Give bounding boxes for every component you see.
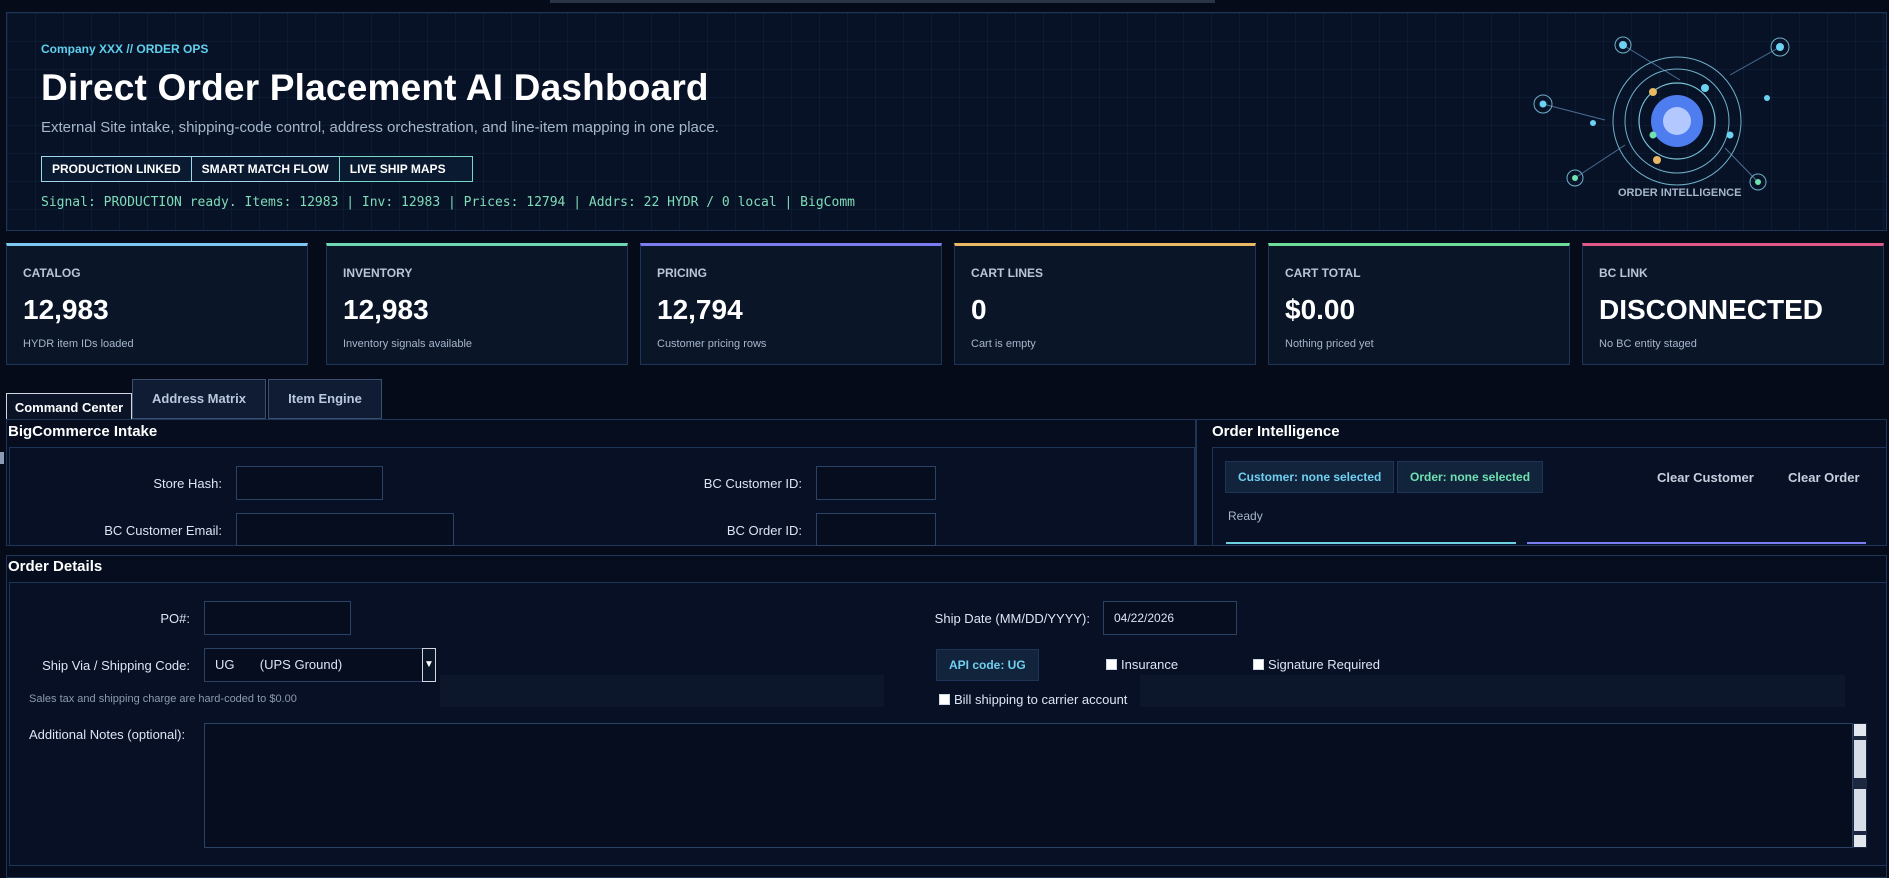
kpi-label: CART LINES — [971, 266, 1043, 280]
notes-scrollbar[interactable] — [1853, 723, 1867, 848]
checkbox-icon[interactable] — [1106, 659, 1117, 670]
kpi-label: BC LINK — [1599, 266, 1648, 280]
tab-address-matrix[interactable]: Address Matrix — [132, 379, 266, 419]
status-chips: PRODUCTION LINKED SMART MATCH FLOW LIVE … — [41, 156, 473, 182]
checkbox-icon[interactable] — [939, 694, 950, 705]
bc-customer-email-input[interactable] — [236, 513, 454, 546]
kpi-card-cart-total: CART TOTAL $0.00 Nothing priced yet — [1268, 243, 1570, 365]
bill-carrier-label: Bill shipping to carrier account — [954, 692, 1128, 707]
bc-order-id-input[interactable] — [816, 513, 936, 546]
kpi-value: 12,983 — [343, 294, 429, 325]
scroll-up-icon[interactable] — [1854, 724, 1866, 736]
intelligence-status: Ready — [1228, 509, 1263, 523]
customer-progress-bar — [1226, 542, 1516, 544]
kpi-cards: CATALOG 12,983 HYDR item IDs loaded INVE… — [6, 243, 1887, 365]
kpi-value: 12,794 — [657, 294, 743, 325]
kpi-card-inventory: INVENTORY 12,983 Inventory signals avail… — [326, 243, 628, 365]
scrollbar-thumb-lower[interactable] — [1854, 789, 1866, 831]
kpi-value: 12,983 — [23, 294, 109, 325]
kpi-label: CATALOG — [23, 266, 81, 280]
scrollbar-thumb[interactable] — [1854, 740, 1866, 778]
kpi-card-pricing: PRICING 12,794 Customer pricing rows — [640, 243, 942, 365]
kpi-caption: No BC entity staged — [1599, 338, 1697, 350]
bc-order-id-label: BC Order ID: — [726, 523, 802, 538]
kpi-value: DISCONNECTED — [1599, 294, 1824, 325]
kpi-caption: HYDR item IDs loaded — [23, 338, 134, 350]
store-hash-label: Store Hash: — [153, 476, 222, 491]
ship-date-input[interactable] — [1103, 601, 1237, 635]
api-code-badge: API code: UG — [936, 649, 1039, 681]
bc-customer-email-label: BC Customer Email: — [104, 523, 222, 538]
tab-item-engine[interactable]: Item Engine — [268, 379, 382, 419]
bc-customer-id-input[interactable] — [816, 466, 936, 500]
ship-via-select[interactable]: UG (UPS Ground) — [204, 648, 424, 682]
signature-required-checkbox[interactable]: Signature Required — [1253, 657, 1380, 672]
bc-customer-id-label: BC Customer ID: — [703, 476, 802, 491]
page-subtitle: External Site intake, shipping-code cont… — [41, 119, 719, 136]
kpi-caption: Cart is empty — [971, 338, 1036, 350]
clear-order-button[interactable]: Clear Order — [1788, 470, 1860, 485]
kpi-card-bc-link: BC LINK DISCONNECTED No BC entity staged — [1582, 243, 1884, 365]
breadcrumb: Company XXX // ORDER OPS — [41, 42, 209, 56]
customer-selection-pill: Customer: none selected — [1225, 461, 1395, 493]
window-top-strip — [550, 0, 1215, 3]
chip-smart-match-flow: SMART MATCH FLOW — [190, 156, 340, 182]
side-marker — [0, 452, 4, 464]
kpi-label: CART TOTAL — [1285, 266, 1361, 280]
chip-production-linked: PRODUCTION LINKED — [41, 156, 192, 182]
kpi-value: 0 — [971, 294, 987, 325]
order-progress-bar — [1527, 542, 1866, 544]
chip-live-ship-maps: LIVE SHIP MAPS — [338, 156, 473, 182]
intake-title: BigCommerce Intake — [8, 423, 158, 440]
tax-note: Sales tax and shipping charge are hard-c… — [29, 693, 297, 705]
background-band — [1140, 675, 1845, 707]
notes-textarea[interactable] — [204, 723, 1853, 848]
order-selection-pill: Order: none selected — [1397, 461, 1544, 493]
order-intelligence-orb-icon — [1533, 36, 1790, 191]
kpi-caption: Nothing priced yet — [1285, 338, 1374, 350]
kpi-caption: Inventory signals available — [343, 338, 473, 350]
kpi-label: INVENTORY — [343, 266, 413, 280]
intelligence-title: Order Intelligence — [1212, 423, 1340, 440]
ship-date-label: Ship Date (MM/DD/YYYY): — [934, 611, 1090, 626]
notes-label: Additional Notes (optional): — [29, 727, 186, 742]
kpi-caption: Customer pricing rows — [657, 338, 767, 350]
checkbox-icon[interactable] — [1253, 659, 1264, 670]
insurance-label: Insurance — [1121, 657, 1179, 672]
order-details-title: Order Details — [8, 558, 103, 575]
kpi-value: $0.00 — [1285, 294, 1356, 325]
signature-required-label: Signature Required — [1268, 657, 1381, 672]
orb-label: ORDER INTELLIGENCE — [1618, 187, 1742, 199]
store-hash-input[interactable] — [236, 466, 383, 500]
po-label: PO#: — [160, 611, 190, 626]
chevron-down-icon[interactable]: ▼ — [422, 648, 436, 682]
kpi-card-cart-lines: CART LINES 0 Cart is empty — [954, 243, 1256, 365]
insurance-checkbox[interactable]: Insurance — [1106, 657, 1178, 672]
kpi-label: PRICING — [657, 266, 708, 280]
po-input[interactable] — [204, 601, 351, 635]
clear-customer-button[interactable]: Clear Customer — [1657, 470, 1754, 485]
ship-via-label: Ship Via / Shipping Code: — [42, 658, 190, 673]
bill-carrier-checkbox[interactable]: Bill shipping to carrier account — [939, 692, 1127, 707]
kpi-card-catalog: CATALOG 12,983 HYDR item IDs loaded — [6, 243, 308, 365]
page-title: Direct Order Placement AI Dashboard — [41, 67, 709, 108]
background-band — [440, 675, 884, 707]
signal-readout: Signal: PRODUCTION ready. Items: 12983 |… — [41, 195, 855, 210]
scroll-down-icon[interactable] — [1854, 835, 1866, 847]
